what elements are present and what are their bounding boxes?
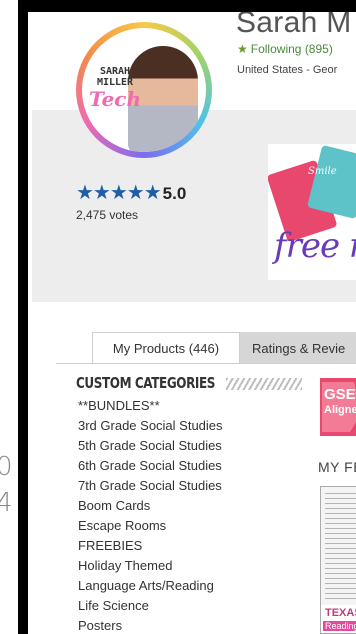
category-link[interactable]: **BUNDLES** (78, 396, 223, 416)
category-link[interactable]: 5th Grade Social Studies (78, 436, 223, 456)
thumbnail-label: TEXAS Reading & (321, 605, 356, 633)
category-link[interactable]: Escape Rooms (78, 516, 223, 536)
following-label: Following (250, 42, 302, 56)
left-margin: 0 4 (0, 0, 18, 634)
category-link[interactable]: 6th Grade Social Studies (78, 456, 223, 476)
gse-text: GSE (324, 386, 356, 403)
thumbnail-title: TEXAS (325, 607, 356, 619)
margin-glyph: 0 (0, 452, 13, 482)
category-link[interactable]: 3rd Grade Social Studies (78, 416, 223, 436)
aligned-text: Aligned (324, 404, 356, 416)
thumbnail-subtitle: Reading & (323, 621, 356, 631)
tab-divider (56, 363, 356, 364)
my-featured-heading: MY FEA (318, 459, 356, 475)
avatar-logo: SARAH MILLER Tech (88, 66, 142, 110)
gse-aligned-product-image[interactable]: GSE Aligned (320, 378, 356, 436)
store-location: United States - Geor (237, 64, 338, 76)
banner-free-text: free r (274, 226, 356, 266)
top-frame-bar (18, 0, 356, 12)
avatar-image: SARAH MILLER Tech (82, 28, 206, 152)
logo-line: Tech (88, 87, 142, 111)
category-link[interactable]: Boom Cards (78, 496, 223, 516)
rating-score: 5.0 (162, 184, 187, 203)
store-banner-image[interactable]: Smile free r (268, 144, 356, 280)
banner-card-teal (307, 144, 356, 220)
custom-categories-heading: CUSTOM CATEGORIES (76, 374, 216, 392)
heading-decoration (226, 378, 302, 390)
star-icon: ★ (237, 42, 248, 56)
left-frame-bar (18, 0, 28, 634)
following-button[interactable]: ★ Following (895) (237, 42, 333, 56)
rating-stars-icon: ★★★★★ (76, 182, 162, 204)
tab-my-products[interactable]: My Products (446) (92, 332, 240, 364)
store-page: Sarah M ★ Following (895) United States -… (28, 12, 356, 634)
featured-product-thumbnail[interactable]: TEXAS Reading & (320, 486, 356, 634)
category-list: **BUNDLES** 3rd Grade Social Studies 5th… (78, 396, 223, 634)
category-link[interactable]: FREEBIES (78, 536, 223, 556)
rating: ★★★★★ 5.0 (76, 180, 186, 205)
category-link[interactable]: Life Science (78, 596, 223, 616)
logo-line: SARAH (99, 66, 131, 77)
vote-count: 2,475 votes (76, 208, 139, 222)
following-count: (895) (304, 42, 333, 56)
margin-glyph: 4 (0, 488, 13, 518)
category-link[interactable]: Posters (78, 616, 223, 634)
store-name[interactable]: Sarah M (236, 12, 351, 40)
category-link[interactable]: Language Arts/Reading (78, 576, 223, 596)
worksheet-lines (325, 493, 356, 603)
category-link[interactable]: 7th Grade Social Studies (78, 476, 223, 496)
tab-ratings-reviews[interactable]: Ratings & Revie (240, 332, 356, 364)
banner-card-text: Smile (308, 166, 337, 177)
avatar[interactable]: SARAH MILLER Tech (76, 22, 212, 158)
category-link[interactable]: Holiday Themed (78, 556, 223, 576)
